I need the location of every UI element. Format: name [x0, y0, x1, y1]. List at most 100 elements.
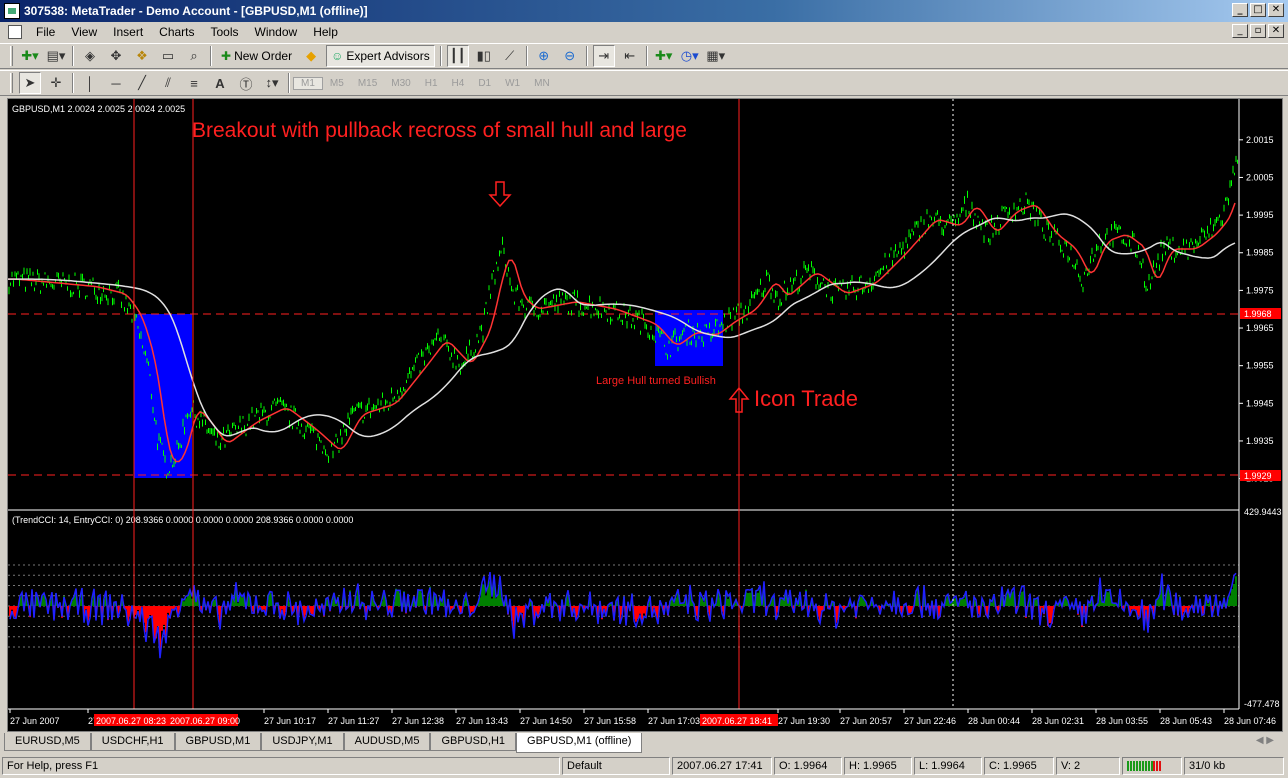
- timeframe-m15[interactable]: M15: [351, 78, 384, 89]
- standard-toolbar: ✚▾ ▤▾ ◈ ✥ ❖ ▭ ⌕ ✚ New Order ◆ ☺ Expert Adv…: [0, 43, 1288, 69]
- title-bar: 307538: MetaTrader - Demo Account - [GBP…: [0, 0, 1288, 22]
- line-studies-toolbar: ➤ ✛ │ ─ ╱ ⫽ ≡ A Ⓣ ↕▾ M1 M5 M15 M30 H1 H4…: [0, 70, 1288, 96]
- line-chart-icon[interactable]: ⟋: [499, 45, 521, 67]
- market-watch-icon[interactable]: ◈: [79, 45, 101, 67]
- price-scale[interactable]: [1239, 99, 1282, 731]
- time-tick-label: 27 Jun 14:50: [520, 716, 572, 726]
- text-label-icon[interactable]: Ⓣ: [235, 72, 257, 94]
- chart-document-icon[interactable]: [8, 25, 22, 39]
- bar-chart-icon[interactable]: ┃┃: [446, 45, 469, 67]
- arrows-icon[interactable]: ↕▾: [261, 72, 283, 94]
- data-window-icon[interactable]: ✥: [105, 45, 127, 67]
- templates-icon[interactable]: ▦▾: [705, 45, 727, 67]
- zoom-in-icon[interactable]: ⊕: [533, 45, 555, 67]
- new-order-button[interactable]: ✚ New Order: [217, 45, 296, 67]
- autoscroll-icon[interactable]: ⇥: [592, 45, 615, 67]
- tab-gbpusd-m1[interactable]: GBPUSD,M1: [174, 733, 262, 751]
- time-highlight-1: 2007.06.27 08:23: [96, 716, 166, 726]
- metatrader-app-icon: [4, 3, 20, 19]
- time-tick-label: 27 Jun 11:27: [328, 716, 379, 726]
- tab-audusd-m5[interactable]: AUDUSD,M5: [343, 733, 431, 751]
- indicator-scale-bottom: -477.478: [1244, 699, 1280, 709]
- price-tick-label: 1.9995: [1246, 210, 1274, 220]
- new-order-icon: ✚: [221, 49, 232, 63]
- timeframe-mn[interactable]: MN: [527, 78, 557, 89]
- equidistant-channel-icon[interactable]: ⫽: [157, 72, 179, 94]
- status-help: For Help, press F1: [2, 757, 560, 775]
- timeframe-d1[interactable]: D1: [471, 78, 498, 89]
- close-button[interactable]: ✕: [1268, 3, 1284, 17]
- child-restore-button[interactable]: ▫: [1250, 24, 1266, 38]
- time-tick-label: 27 Jun 12:38: [392, 716, 444, 726]
- expert-advisors-icon: ☺: [331, 49, 344, 63]
- indicators-icon[interactable]: ✚▾: [653, 45, 675, 67]
- status-datetime: 2007.06.27 17:41: [672, 757, 772, 775]
- timeframe-m30[interactable]: M30: [384, 78, 417, 89]
- trendline-icon[interactable]: ╱: [131, 72, 153, 94]
- cursor-icon[interactable]: ➤: [19, 72, 41, 94]
- status-open: O: 1.9964: [774, 757, 842, 775]
- candlestick-icon[interactable]: ▮▯: [473, 45, 495, 67]
- strategy-tester-icon[interactable]: ⌕: [183, 45, 205, 67]
- time-tick-label: 27 Jun 19:30: [778, 716, 830, 726]
- child-minimize-button[interactable]: _: [1232, 24, 1248, 38]
- tab-scroll-arrows-icon[interactable]: ◀ ▶: [1256, 735, 1274, 746]
- status-close: C: 1.9965: [984, 757, 1054, 775]
- price-highlight-lower: 1.9929: [1244, 471, 1272, 481]
- zoom-out-icon[interactable]: ⊖: [559, 45, 581, 67]
- time-highlight-2: 2007.06.27 09:00: [170, 716, 240, 726]
- menu-help[interactable]: Help: [305, 25, 346, 39]
- menu-window[interactable]: Window: [247, 25, 306, 39]
- maximize-button[interactable]: □: [1250, 3, 1266, 17]
- timeframe-m1[interactable]: M1: [293, 76, 323, 90]
- menu-tools[interactable]: Tools: [203, 25, 247, 39]
- new-chart-icon[interactable]: ✚▾: [19, 45, 41, 67]
- price-tick-label: 1.9965: [1246, 323, 1274, 333]
- periods-icon[interactable]: ◷▾: [679, 45, 701, 67]
- price-tick-label: 1.9935: [1246, 436, 1274, 446]
- status-low: L: 1.9964: [914, 757, 982, 775]
- price-tick-label: 2.0005: [1246, 172, 1274, 182]
- chart-window[interactable]: Breakout with pullback recross of small …: [7, 98, 1283, 732]
- vertical-line-icon[interactable]: │: [79, 72, 101, 94]
- indicator-info-label: (TrendCCI: 14, EntryCCI: 0) 208.9366 0.0…: [12, 515, 353, 525]
- crosshair-icon[interactable]: ✛: [45, 72, 67, 94]
- time-tick-label: 27 Jun 10:17: [264, 716, 316, 726]
- time-tick-label: 27 Jun 20:57: [840, 716, 892, 726]
- status-volume: V: 2: [1056, 757, 1120, 775]
- metaeditor-icon[interactable]: ◆: [300, 45, 322, 67]
- tab-gbpusd-h1[interactable]: GBPUSD,H1: [430, 733, 517, 751]
- tab-eurusd-m5[interactable]: EURUSD,M5: [4, 733, 91, 751]
- connection-bars-icon: [1122, 757, 1182, 775]
- indicator-pane: 200150100500.00-50-100-150-200 (TrendCCI…: [8, 515, 1263, 659]
- timeframe-m5[interactable]: M5: [323, 78, 351, 89]
- menu-insert[interactable]: Insert: [105, 25, 151, 39]
- time-tick-label: 27 Jun 22:46: [904, 716, 956, 726]
- tab-usdchf-h1[interactable]: USDCHF,H1: [90, 733, 175, 751]
- timeframe-h1[interactable]: H1: [418, 78, 445, 89]
- text-icon[interactable]: A: [209, 72, 231, 94]
- tab-usdjpy-m1[interactable]: USDJPY,M1: [261, 733, 344, 751]
- menu-bar: File View Insert Charts Tools Window Hel…: [0, 22, 1288, 42]
- menu-charts[interactable]: Charts: [151, 25, 202, 39]
- timeframe-h4[interactable]: H4: [445, 78, 472, 89]
- child-close-button[interactable]: ✕: [1268, 24, 1284, 38]
- profiles-icon[interactable]: ▤▾: [45, 45, 67, 67]
- navigator-icon[interactable]: ❖: [131, 45, 153, 67]
- menu-view[interactable]: View: [63, 25, 105, 39]
- price-tick-label: 1.9985: [1246, 248, 1274, 258]
- minimize-button[interactable]: _: [1232, 3, 1248, 17]
- terminal-icon[interactable]: ▭: [157, 45, 179, 67]
- status-traffic: 31/0 kb: [1184, 757, 1284, 775]
- chart-tabs: EURUSD,M5 USDCHF,H1 GBPUSD,M1 USDJPY,M1 …: [4, 733, 1288, 753]
- time-tick-label: 28 Jun 07:46: [1224, 716, 1276, 726]
- price-chart[interactable]: Breakout with pullback recross of small …: [8, 99, 1282, 731]
- timeframe-w1[interactable]: W1: [498, 78, 527, 89]
- menu-file[interactable]: File: [28, 25, 63, 39]
- annotation-title: Breakout with pullback recross of small …: [192, 119, 687, 142]
- chart-shift-icon[interactable]: ⇤: [619, 45, 641, 67]
- horizontal-line-icon[interactable]: ─: [105, 72, 127, 94]
- tab-gbpusd-m1-offline[interactable]: GBPUSD,M1 (offline): [516, 733, 643, 753]
- fibonacci-icon[interactable]: ≡: [183, 72, 205, 94]
- expert-advisors-button[interactable]: ☺ Expert Advisors: [326, 45, 435, 67]
